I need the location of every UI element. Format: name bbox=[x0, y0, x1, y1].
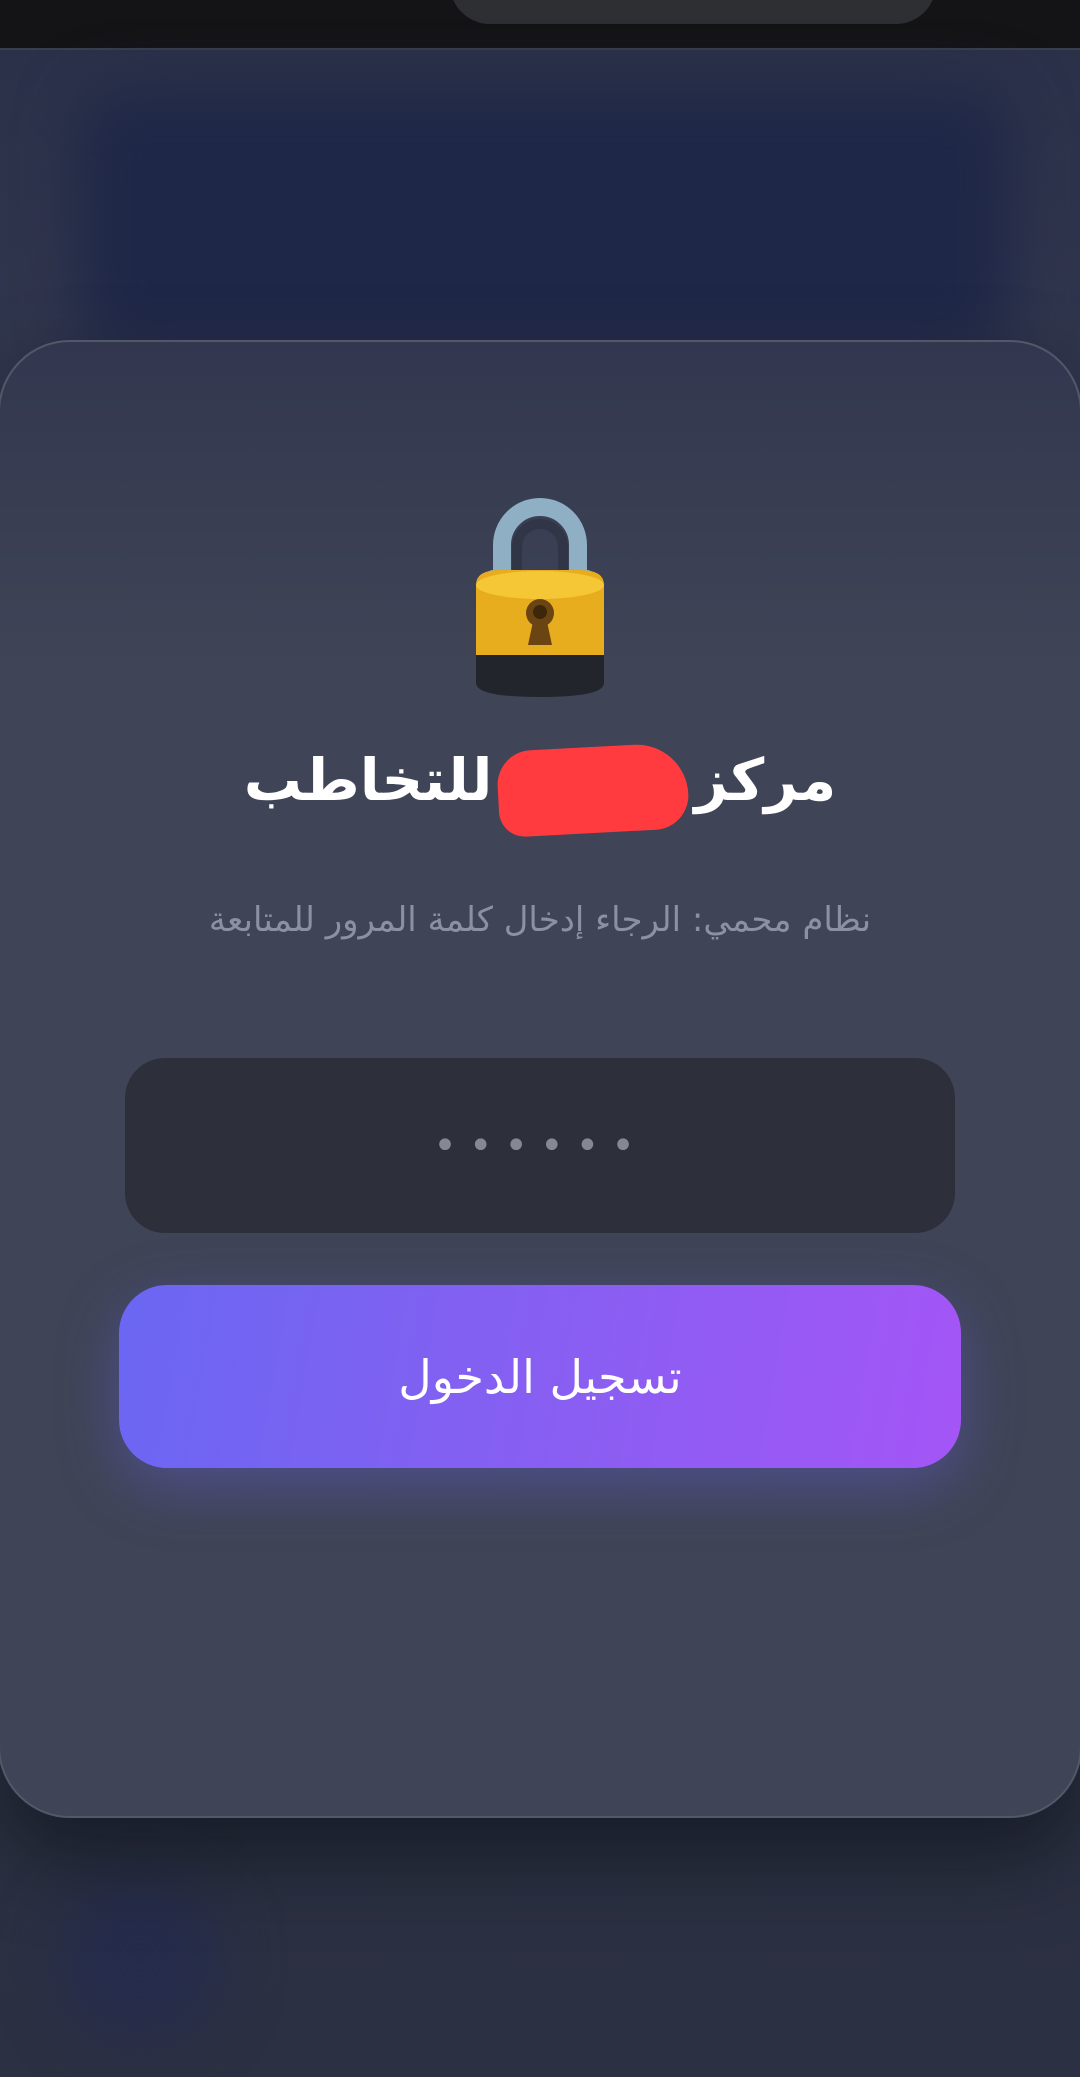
title-suffix: للتخاطب bbox=[243, 746, 493, 814]
login-button[interactable]: تسجيل الدخول bbox=[119, 1285, 961, 1468]
redaction-mark bbox=[496, 741, 691, 838]
lock-icon bbox=[476, 498, 604, 697]
background-glow-bottom bbox=[60, 1880, 220, 2040]
password-input[interactable] bbox=[125, 1058, 955, 1233]
login-screen: مركز للتخاطب نظام محمي: الرجاء إدخال كلمة… bbox=[0, 0, 1080, 2077]
page-title: مركز للتخاطب bbox=[140, 730, 940, 838]
page-subtitle: نظام محمي: الرجاء إدخال كلمة المرور للمت… bbox=[208, 900, 872, 940]
camera-notch bbox=[450, 0, 936, 24]
background-glow bbox=[80, 90, 1010, 350]
title-prefix: مركز bbox=[694, 746, 837, 814]
status-bar bbox=[0, 0, 1080, 50]
